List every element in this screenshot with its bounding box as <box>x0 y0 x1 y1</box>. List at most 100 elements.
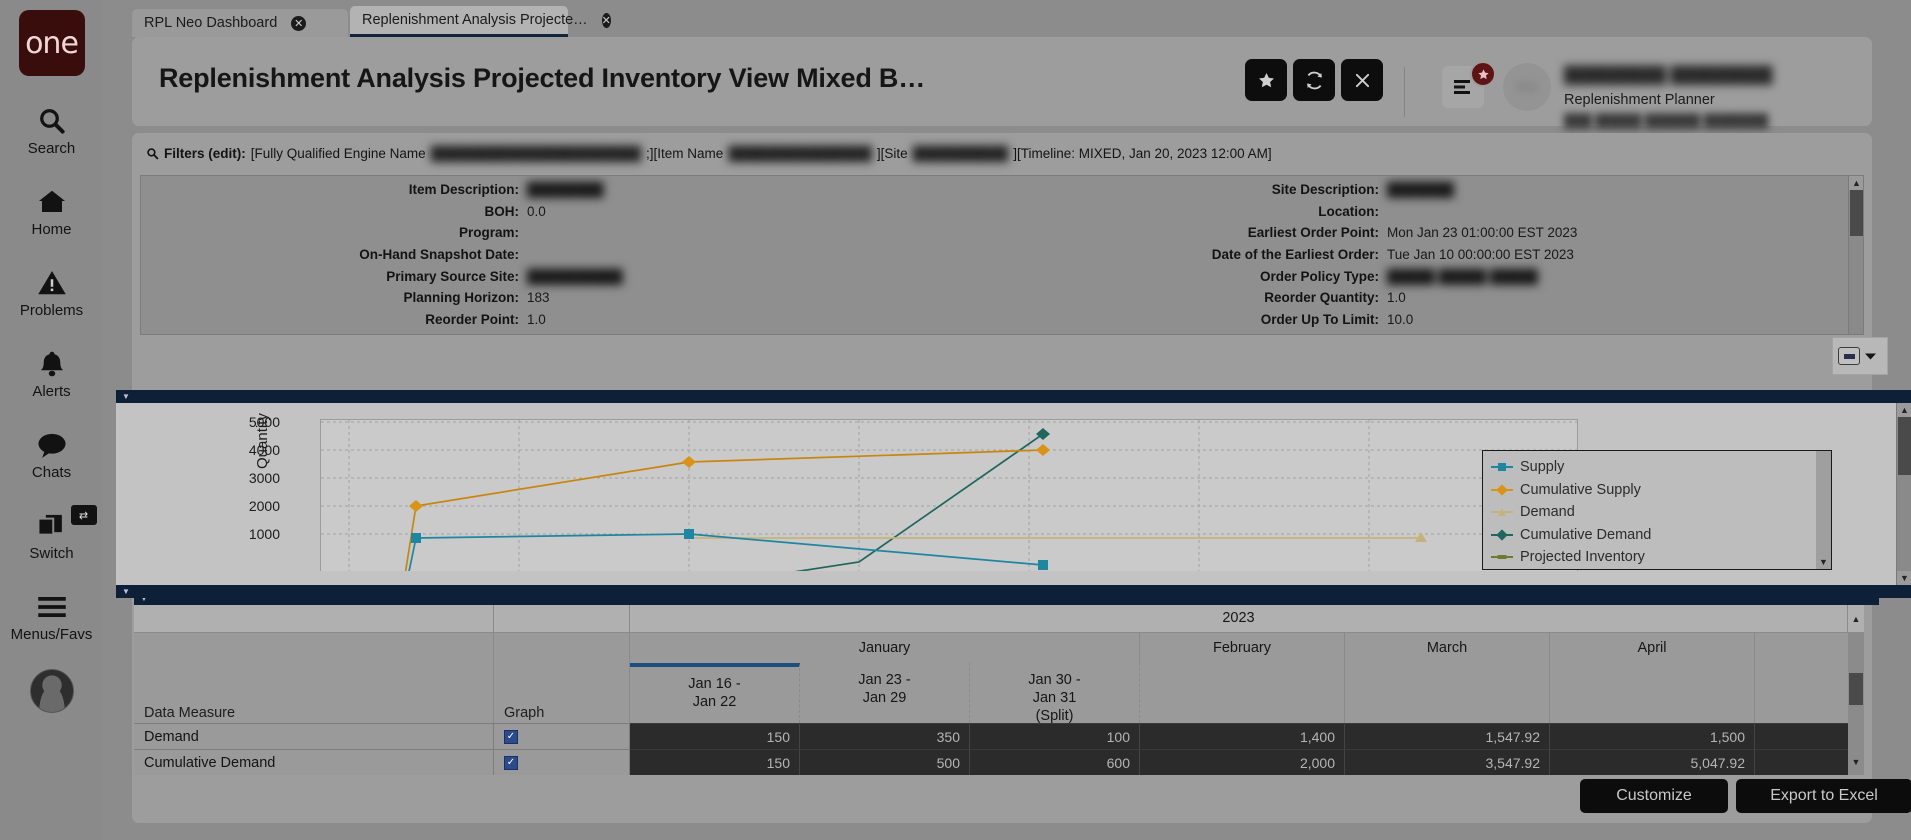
star-icon <box>1477 68 1489 79</box>
week-line-1: Jan 16 - <box>688 676 741 692</box>
legend-item-demand[interactable]: Demand <box>1491 501 1823 524</box>
sidebar-item-chats[interactable]: Chats <box>0 428 103 481</box>
y-tick-label: 5000 <box>248 414 280 430</box>
legend-scrollbar[interactable]: ▼ <box>1816 451 1831 569</box>
table-cell-graph[interactable]: ✓ <box>494 723 630 749</box>
table-period-cell-february[interactable] <box>1140 663 1345 723</box>
tab-replenishment-analysis[interactable]: Replenishment Analysis Projecte… ✕ <box>350 6 611 37</box>
scroll-up-icon[interactable]: ▲ <box>1897 403 1911 417</box>
user-name: █████████ █████████ <box>1564 67 1773 84</box>
legend-item-projected-inventory[interactable]: Projected Inventory <box>1491 546 1823 569</box>
detail-row: Primary Source Site: ██████████ <box>141 269 1001 291</box>
scroll-down-icon[interactable]: ▼ <box>1897 571 1911 585</box>
chat-bubble-icon <box>36 428 68 462</box>
scrollbar-thumb[interactable] <box>1849 673 1863 705</box>
table-cell-measure: Cumulative Demand <box>134 749 494 775</box>
scroll-up-icon[interactable]: ▲ <box>1848 605 1864 632</box>
tab-rpl-neo-dashboard[interactable]: RPL Neo Dashboard ✕ <box>132 9 348 37</box>
table-period-cell-march[interactable] <box>1345 663 1550 723</box>
detail-label: Order Policy Type: <box>1259 268 1379 284</box>
collapse-caret-icon[interactable]: ▼ <box>122 392 130 401</box>
legend-item-cumulative-demand[interactable]: Cumulative Demand <box>1491 524 1823 547</box>
table-month-header-january[interactable]: January <box>630 633 1140 663</box>
avatar[interactable] <box>1503 63 1551 111</box>
chart-splitter-bottom[interactable]: ▼ <box>116 585 1911 598</box>
table-scrollbar[interactable] <box>1848 663 1864 723</box>
graph-checkbox[interactable]: ✓ <box>504 755 518 770</box>
sidebar-item-switch[interactable]: ⇄ Switch <box>0 505 103 562</box>
detail-label: Item Description: <box>408 182 519 197</box>
legend-label: Demand <box>1520 504 1575 521</box>
sidebar-item-menus-favs[interactable]: Menus/Favs <box>0 590 103 643</box>
table-cell-value: 5,047.92 <box>1550 749 1755 775</box>
sidebar-item-search[interactable]: Search <box>0 104 103 157</box>
detail-label: Location: <box>1318 203 1379 219</box>
chevron-down-icon[interactable] <box>1864 352 1877 361</box>
left-nav-rail: one Search Home Problems Alerts Chats ⇄ … <box>0 0 103 840</box>
detail-row: Item Description: ████████ <box>141 182 1001 204</box>
filter-item-name-label: ;][Item Name <box>646 145 724 161</box>
sidebar-item-home[interactable]: Home <box>0 185 103 238</box>
close-button[interactable] <box>1341 59 1383 101</box>
filter-site-value: ██████████ <box>912 145 1009 161</box>
refresh-button[interactable] <box>1293 59 1335 101</box>
table-cell-value: 1,547.92 <box>1345 723 1550 749</box>
customize-button[interactable]: Customize <box>1580 779 1728 813</box>
week-band-filler <box>1755 663 1848 723</box>
scrollbar-thumb[interactable] <box>1898 417 1911 475</box>
table-week-header-jan30[interactable]: Jan 30 - Jan 31 (Split) <box>970 663 1140 724</box>
bell-icon <box>37 347 67 381</box>
minimize-icon[interactable] <box>1838 347 1860 365</box>
scrollbar-track[interactable] <box>1848 633 1864 663</box>
sidebar-item-label: Switch <box>29 545 74 562</box>
details-scrollbar[interactable]: ▲ <box>1848 176 1863 334</box>
close-icon[interactable]: ✕ <box>291 15 307 31</box>
table-period-cell-april[interactable] <box>1550 663 1755 723</box>
graph-checkbox[interactable]: ✓ <box>504 729 518 744</box>
data-table: 2023 ▲ January February March April Data… <box>134 605 1864 775</box>
table-cell-value: 3,547.92 <box>1345 749 1550 775</box>
detail-label: Reorder Point: <box>425 312 519 328</box>
sidebar-item-label: Alerts <box>32 383 71 400</box>
favorite-button[interactable] <box>1245 59 1287 101</box>
sidebar-item-problems[interactable]: Problems <box>0 266 103 319</box>
table-row[interactable]: Demand ✓ 150 350 100 1,400 1,547.92 1,50… <box>134 723 1864 749</box>
table-month-band: January February March April <box>134 633 1864 663</box>
chart-splitter-top[interactable]: ▼ <box>116 390 1911 403</box>
legend-item-supply[interactable]: Supply <box>1491 456 1823 479</box>
table-month-header-february[interactable]: February <box>1140 633 1345 663</box>
legend-label: Supply <box>1520 459 1565 476</box>
scrollbar-thumb[interactable] <box>1850 190 1863 236</box>
chart-plot-area[interactable] <box>320 419 1578 585</box>
brand-logo[interactable]: one <box>18 10 85 76</box>
table-month-header-march[interactable]: March <box>1345 633 1550 663</box>
table-cell-measure: Demand <box>134 723 494 749</box>
close-icon[interactable]: ✕ <box>601 12 611 28</box>
scroll-down-icon[interactable]: ▼ <box>1848 749 1864 775</box>
table-row[interactable]: Cumulative Demand ✓ 150 500 600 2,000 3,… <box>134 749 1864 775</box>
nav-avatar[interactable] <box>29 669 74 713</box>
panel-minimize-widget[interactable] <box>1832 337 1888 375</box>
export-to-excel-button[interactable]: Export to Excel <box>1736 779 1911 813</box>
legend-label: Cumulative Demand <box>1520 526 1652 543</box>
favorites-badge[interactable] <box>1470 61 1496 87</box>
table-cell-graph[interactable]: ✓ <box>494 749 630 775</box>
table-measure-header-cell: Data Measure <box>134 663 494 723</box>
table-week-header-jan16[interactable]: Jan 16 - Jan 22 <box>630 663 800 723</box>
legend-marker-triangle-icon <box>1491 506 1513 518</box>
sidebar-item-alerts[interactable]: Alerts <box>0 347 103 400</box>
legend-item-projected-inventory-less-awaiting-approval[interactable]: Projected Inventory Less Awaiting Approv… <box>1491 569 1823 570</box>
legend-item-cumulative-supply[interactable]: Cumulative Supply <box>1491 479 1823 502</box>
data-table-panel: ▼ 2023 ▲ January February March April Da… <box>134 592 1879 775</box>
scroll-up-icon[interactable]: ▲ <box>1849 176 1863 190</box>
scrollbar-track[interactable] <box>1848 723 1864 749</box>
table-row-filler <box>1755 723 1848 749</box>
scroll-down-icon[interactable]: ▼ <box>1816 555 1831 569</box>
collapse-caret-icon[interactable]: ▼ <box>122 587 130 596</box>
table-month-header-april[interactable]: April <box>1550 633 1755 663</box>
filters-label[interactable]: Filters (edit): <box>164 146 246 161</box>
table-week-header-jan23[interactable]: Jan 23 - Jan 29 <box>800 663 970 723</box>
chart-scrollbar[interactable]: ▲ ▼ <box>1896 403 1911 585</box>
week-line-2: Jan 31 <box>1032 690 1077 707</box>
table-week-band: Data Measure Graph Jan 16 - Jan 22 Jan 2… <box>134 663 1864 724</box>
